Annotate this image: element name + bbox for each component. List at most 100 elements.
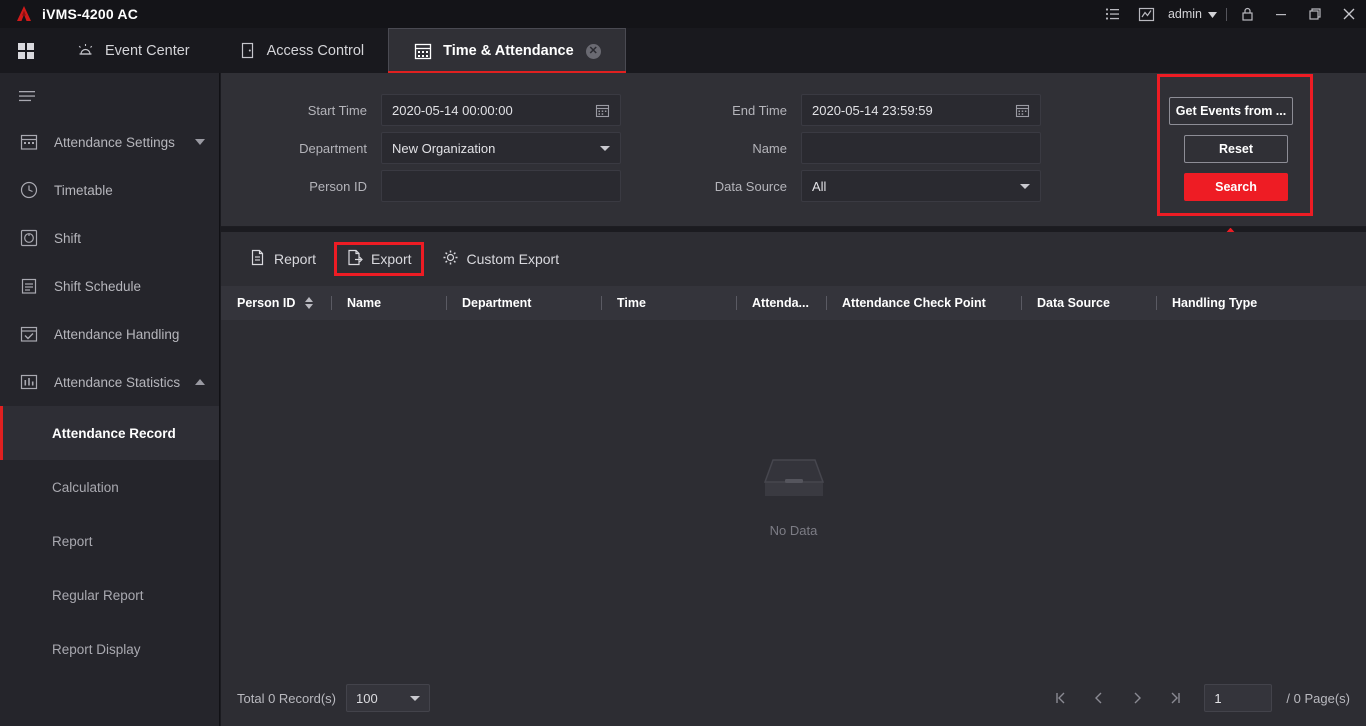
start-time-input[interactable]: 2020-05-14 00:00:00: [381, 94, 621, 126]
gear-icon: [442, 249, 459, 269]
sidebar-subitem-label: Report Display: [52, 641, 141, 657]
column-header-data-source[interactable]: Data Source: [1021, 286, 1156, 320]
sidebar-subitem-label: Calculation: [52, 479, 119, 495]
department-label: Department: [299, 140, 367, 156]
column-label: Data Source: [1037, 296, 1110, 310]
end-time-label: End Time: [732, 102, 787, 118]
minimize-icon[interactable]: [1264, 0, 1298, 28]
user-menu[interactable]: admin: [1164, 7, 1223, 21]
data-source-select[interactable]: All: [801, 170, 1041, 202]
chart-icon[interactable]: [1130, 0, 1164, 28]
column-header-attendance-check-point[interactable]: Attendance Check Point: [826, 286, 1021, 320]
sidebar-item-shift[interactable]: Shift: [0, 214, 219, 262]
export-button-label: Export: [371, 251, 412, 267]
person-id-input[interactable]: [381, 170, 621, 202]
report-toolbar: Report Export Custom Export: [221, 232, 1366, 286]
tab-label: Event Center: [105, 42, 190, 59]
department-select[interactable]: New Organization: [381, 132, 621, 164]
prev-page-icon[interactable]: [1082, 683, 1116, 713]
chevron-down-icon: [600, 145, 610, 151]
sidebar-item-timetable[interactable]: Timetable: [0, 166, 219, 214]
sidebar-item-shift-schedule[interactable]: Shift Schedule: [0, 262, 219, 310]
alarm-icon: [76, 41, 95, 60]
titlebar-controls: admin: [1096, 0, 1366, 28]
clipboard-icon: [18, 275, 40, 297]
sidebar-subitem-attendance-record[interactable]: Attendance Record: [0, 406, 219, 460]
calendar-icon[interactable]: [1015, 103, 1030, 118]
column-header-time[interactable]: Time: [601, 286, 736, 320]
export-button[interactable]: Export: [334, 242, 424, 276]
start-time-value: 2020-05-14 00:00:00: [392, 102, 513, 118]
column-label: Handling Type: [1172, 296, 1258, 310]
tab-access-control[interactable]: Access Control: [214, 28, 389, 73]
name-input[interactable]: [801, 132, 1041, 164]
page-number-input[interactable]: 1: [1204, 684, 1273, 712]
end-time-value: 2020-05-14 23:59:59: [812, 102, 933, 118]
chevron-up-icon: [195, 377, 205, 387]
grid-icon[interactable]: [0, 28, 52, 73]
close-circle-icon[interactable]: ✕: [585, 43, 601, 59]
table-body: No Data: [221, 320, 1366, 670]
tab-label: Time & Attendance: [443, 43, 574, 59]
pagination-controls: 1 / 0 Page(s): [1044, 683, 1350, 713]
hamburger-icon[interactable]: [0, 73, 219, 118]
door-icon: [238, 41, 257, 60]
column-header-handling-type[interactable]: Handling Type: [1156, 286, 1316, 320]
column-label: Department: [462, 296, 532, 310]
data-source-row: Data Source All: [641, 170, 1041, 202]
sidebar-subitem-regular-report[interactable]: Regular Report: [0, 568, 219, 622]
sort-icon[interactable]: [305, 297, 314, 309]
name-label: Name: [752, 140, 787, 156]
first-page-icon[interactable]: [1044, 683, 1078, 713]
calendar-icon: [18, 131, 40, 153]
department-value: New Organization: [392, 140, 496, 156]
no-data-label: No Data: [769, 523, 818, 538]
last-page-icon[interactable]: [1158, 683, 1192, 713]
end-time-input[interactable]: 2020-05-14 23:59:59: [801, 94, 1041, 126]
lock-icon[interactable]: [1230, 0, 1264, 28]
sidebar-subitem-label: Report: [52, 533, 93, 549]
column-header-person-id[interactable]: Person ID: [221, 286, 331, 320]
sidebar-subitem-calculation[interactable]: Calculation: [0, 460, 219, 514]
report-button[interactable]: Report: [237, 242, 328, 276]
column-header-department[interactable]: Department: [446, 286, 601, 320]
next-page-icon[interactable]: [1120, 683, 1154, 713]
action-buttons-highlight: Get Events from ... Reset Search: [1157, 74, 1313, 216]
calendar-icon: [413, 41, 433, 61]
sidebar-item-label: Attendance Settings: [54, 134, 175, 150]
person-id-row: Person ID: [221, 170, 621, 202]
table-footer: Total 0 Record(s) 100 1 / 0 Page(s): [221, 670, 1366, 726]
list-icon[interactable]: [1096, 0, 1130, 28]
tab-event-center[interactable]: Event Center: [52, 28, 214, 73]
column-label: Attenda...: [752, 296, 809, 310]
tab-time-and-attendance[interactable]: Time & Attendance ✕: [388, 28, 626, 73]
sidebar-item-attendance-handling[interactable]: Attendance Handling: [0, 310, 219, 358]
person-id-label: Person ID: [309, 178, 367, 194]
search-button[interactable]: Search: [1184, 173, 1288, 201]
data-source-label: Data Source: [714, 178, 787, 194]
custom-export-button[interactable]: Custom Export: [430, 242, 572, 276]
user-name: admin: [1167, 7, 1202, 21]
sidebar-item-label: Attendance Statistics: [54, 374, 181, 390]
close-icon[interactable]: [1332, 0, 1366, 28]
maximize-icon[interactable]: [1298, 0, 1332, 28]
page-size-select[interactable]: 100: [345, 684, 430, 712]
column-label: Time: [617, 296, 646, 310]
column-header-name[interactable]: Name: [331, 286, 446, 320]
triangle-logo-icon: [14, 4, 34, 24]
tab-label: Access Control: [266, 42, 365, 59]
sidebar-subitem-report[interactable]: Report: [0, 514, 219, 568]
sidebar-item-label: Attendance Handling: [54, 326, 180, 342]
sidebar-subitem-label: Attendance Record: [52, 425, 176, 441]
get-events-button[interactable]: Get Events from ...: [1169, 97, 1293, 125]
calendar-icon[interactable]: [595, 103, 610, 118]
calendar-check-icon: [18, 323, 40, 345]
table-header: Person ID Name Department Time Attenda..…: [221, 286, 1366, 320]
sidebar-item-attendance-statistics[interactable]: Attendance Statistics: [0, 358, 219, 406]
reset-button[interactable]: Reset: [1184, 135, 1288, 163]
sidebar-item-attendance-settings[interactable]: Attendance Settings: [0, 118, 219, 166]
sidebar-subitem-report-display[interactable]: Report Display: [0, 622, 219, 676]
column-header-attendance-status[interactable]: Attenda...: [736, 286, 826, 320]
data-source-value: All: [812, 178, 827, 194]
document-icon: [249, 249, 266, 269]
